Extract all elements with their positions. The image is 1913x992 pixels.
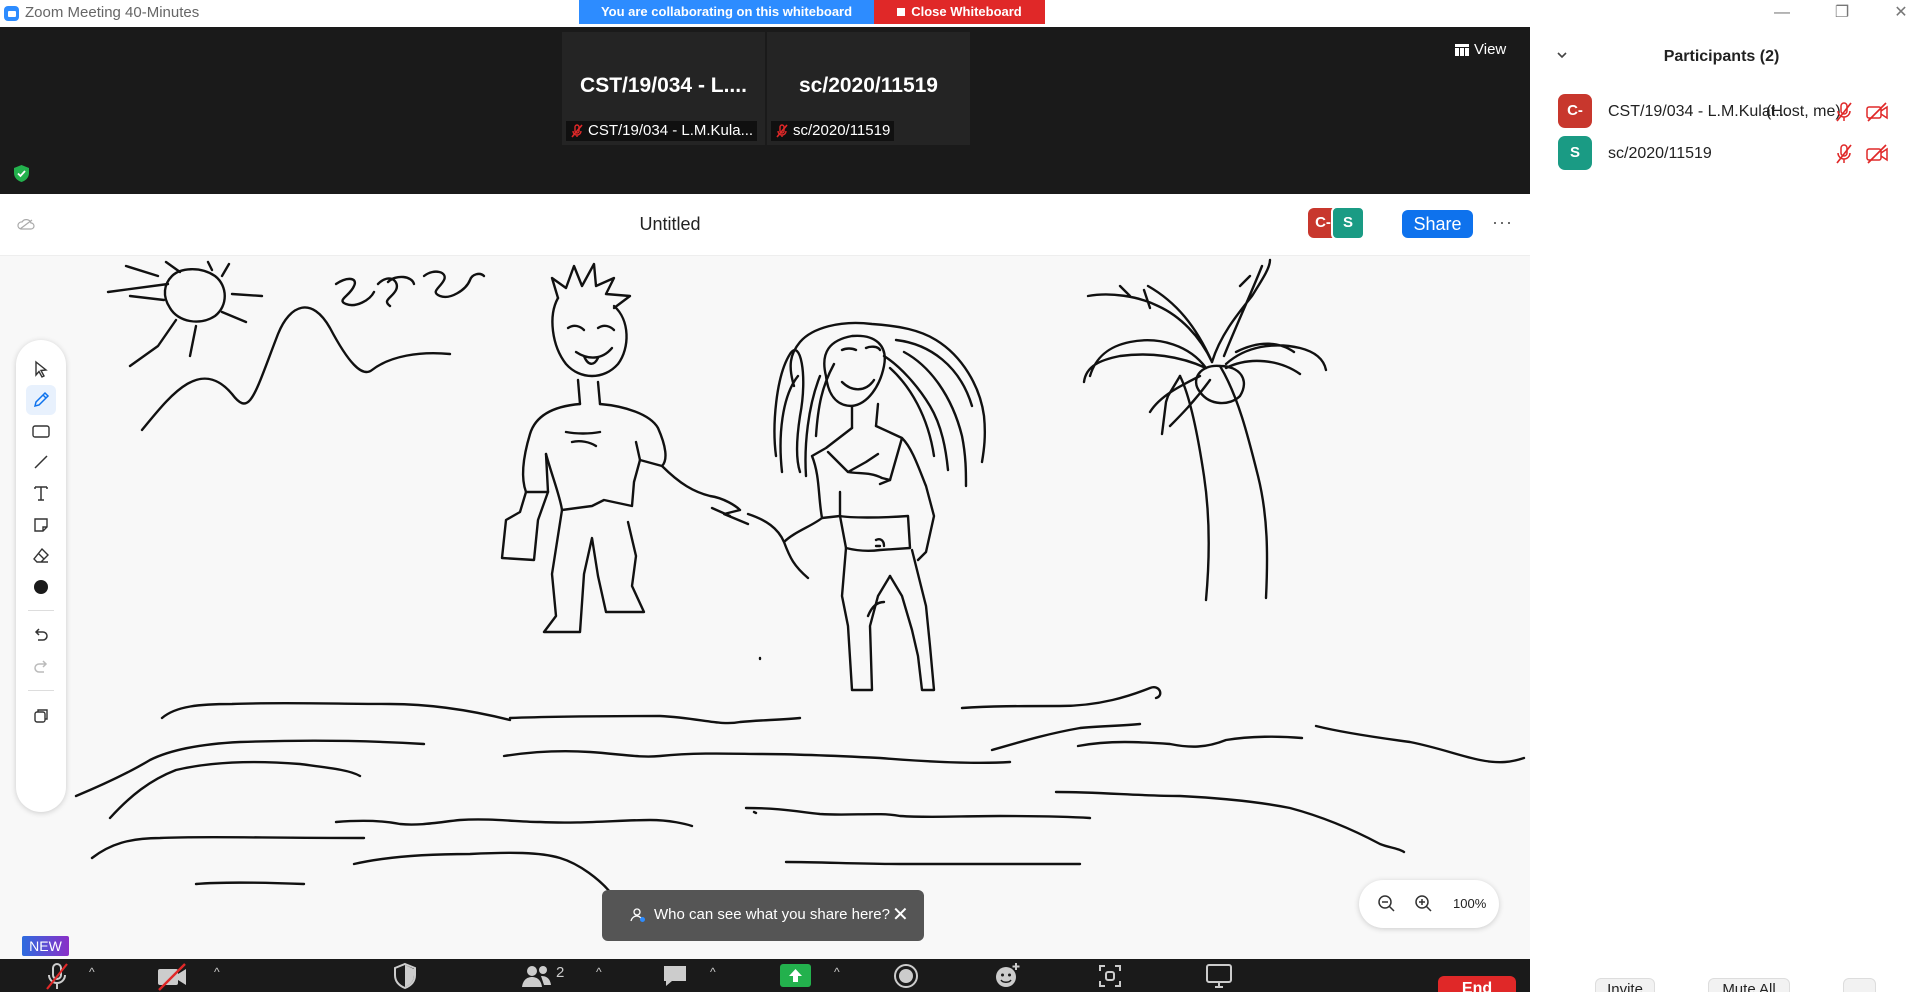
participant-row[interactable]: S sc/2020/11519 [1558,136,1908,174]
text-icon[interactable] [26,478,56,508]
grid-view-icon [1455,43,1469,56]
share-button[interactable]: Share [1402,210,1473,238]
zoom-window: Zoom Meeting 40-Minutes You are collabor… [0,0,1913,992]
whiteboard-canvas[interactable]: 100% Who can see what you share here? ✕ [0,256,1530,959]
muted-mic-icon[interactable] [42,961,72,991]
video-off-icon[interactable] [1865,102,1889,122]
chat-options-icon[interactable]: ^ [710,965,716,979]
muted-mic-icon[interactable] [1834,143,1854,165]
cloud-sync-icon [17,219,35,230]
mute-all-button[interactable]: Mute All [1708,978,1790,992]
muted-mic-icon [571,124,583,138]
muted-mic-icon[interactable] [1834,101,1854,123]
zoom-control: 100% [1359,880,1499,928]
stop-icon [897,8,906,16]
audio-options-icon[interactable]: ^ [89,965,95,979]
rectangle-icon[interactable] [26,416,56,446]
participants-icon[interactable] [520,961,554,991]
whiteboard-title[interactable]: Untitled [600,214,740,235]
share-screen-icon[interactable] [780,964,811,987]
participant-role: (Host, me) [1766,103,1841,120]
chat-icon[interactable] [660,961,690,991]
line-icon[interactable] [26,447,56,477]
video-strip: CST/19/034 - L.... CST/19/034 - L.M.Kula… [0,27,1530,194]
video-off-icon[interactable] [1865,144,1889,164]
video-tile[interactable]: CST/19/034 - L.... CST/19/034 - L.M.Kula… [562,32,765,145]
zoom-logo-icon [4,6,19,21]
view-button[interactable]: View [1455,41,1506,58]
undo-icon[interactable] [26,620,56,650]
muted-mic-icon [776,124,788,138]
meeting-controls: ^ ^ 2 ^ ^ ^ End [0,959,1530,992]
record-icon[interactable] [891,961,921,991]
zoom-out-icon[interactable] [1377,894,1397,914]
share-visibility-toast: Who can see what you share here? ✕ [602,890,924,941]
avatar: S [1558,136,1592,170]
invite-button[interactable]: Invite [1595,978,1655,992]
title-bar: Zoom Meeting 40-Minutes You are collabor… [0,0,1913,27]
avatar: C- [1558,94,1592,128]
person-info-icon [630,908,645,922]
participant-name: sc/2020/11519 [1608,145,1712,162]
close-whiteboard-label: Close Whiteboard [911,4,1022,19]
participants-panel-title: Participants (2) [1663,48,1780,65]
participant-name: CST/19/034 - L.M.Kulat... [1608,103,1789,120]
security-icon[interactable] [392,961,418,991]
window-title: Zoom Meeting 40-Minutes [25,4,200,21]
video-options-icon[interactable]: ^ [214,965,220,979]
end-meeting-button[interactable]: End [1438,976,1516,992]
close-window-icon[interactable]: ✕ [1881,2,1913,24]
close-whiteboard-button[interactable]: Close Whiteboard [874,0,1045,24]
color-icon[interactable] [26,572,56,602]
more-options-button[interactable]: ··· [1492,212,1513,233]
zoom-in-icon[interactable] [1414,894,1434,914]
restore-icon[interactable]: ❐ [1822,2,1862,24]
select-icon[interactable] [26,354,56,384]
video-off-icon[interactable] [155,961,189,991]
redo-icon[interactable] [26,652,56,682]
toolbar-divider [28,610,54,611]
share-options-icon[interactable]: ^ [834,965,840,979]
close-toast-icon[interactable]: ✕ [892,902,909,927]
more-options-button[interactable]: ... [1843,978,1876,992]
whiteboard-toolbar [16,340,66,812]
toast-text: Who can see what you share here? [654,906,890,923]
collaboration-text: You are collaborating on this whiteboard [579,0,874,24]
collaboration-banner: You are collaborating on this whiteboard… [579,0,1045,24]
apps-icon[interactable] [1095,961,1125,991]
freehand-drawing [74,258,1526,894]
tile-display-name: sc/2020/11519 [799,74,938,97]
participants-panel: Participants (2) C- CST/19/034 - L.M.Kul… [1530,27,1913,992]
pen-icon[interactable] [26,385,56,415]
participant-row[interactable]: C- CST/19/034 - L.M.Kulat... (Host, me) [1558,94,1908,132]
reactions-icon[interactable] [992,961,1022,991]
layers-icon[interactable] [26,701,56,731]
whiteboards-icon[interactable] [1204,961,1234,991]
encryption-shield-icon[interactable] [13,164,30,183]
whiteboard-header: Untitled C- S Share ··· [0,194,1530,256]
video-tile[interactable]: sc/2020/11519 sc/2020/11519 [767,32,970,145]
tile-display-name: CST/19/034 - L.... [580,74,747,97]
tile-name-label: sc/2020/11519 [771,121,895,141]
zoom-level[interactable]: 100% [1453,896,1486,911]
participants-count: 2 [556,964,565,981]
sticky-note-icon[interactable] [26,510,56,540]
participants-options-icon[interactable]: ^ [596,965,602,979]
new-badge: NEW [22,936,69,956]
toolbar-divider [28,690,54,691]
minimize-icon[interactable]: — [1762,2,1802,24]
tile-name-label: CST/19/034 - L.M.Kula... [566,121,758,141]
collaborator-avatar[interactable]: S [1331,206,1365,240]
eraser-icon[interactable] [26,541,56,571]
